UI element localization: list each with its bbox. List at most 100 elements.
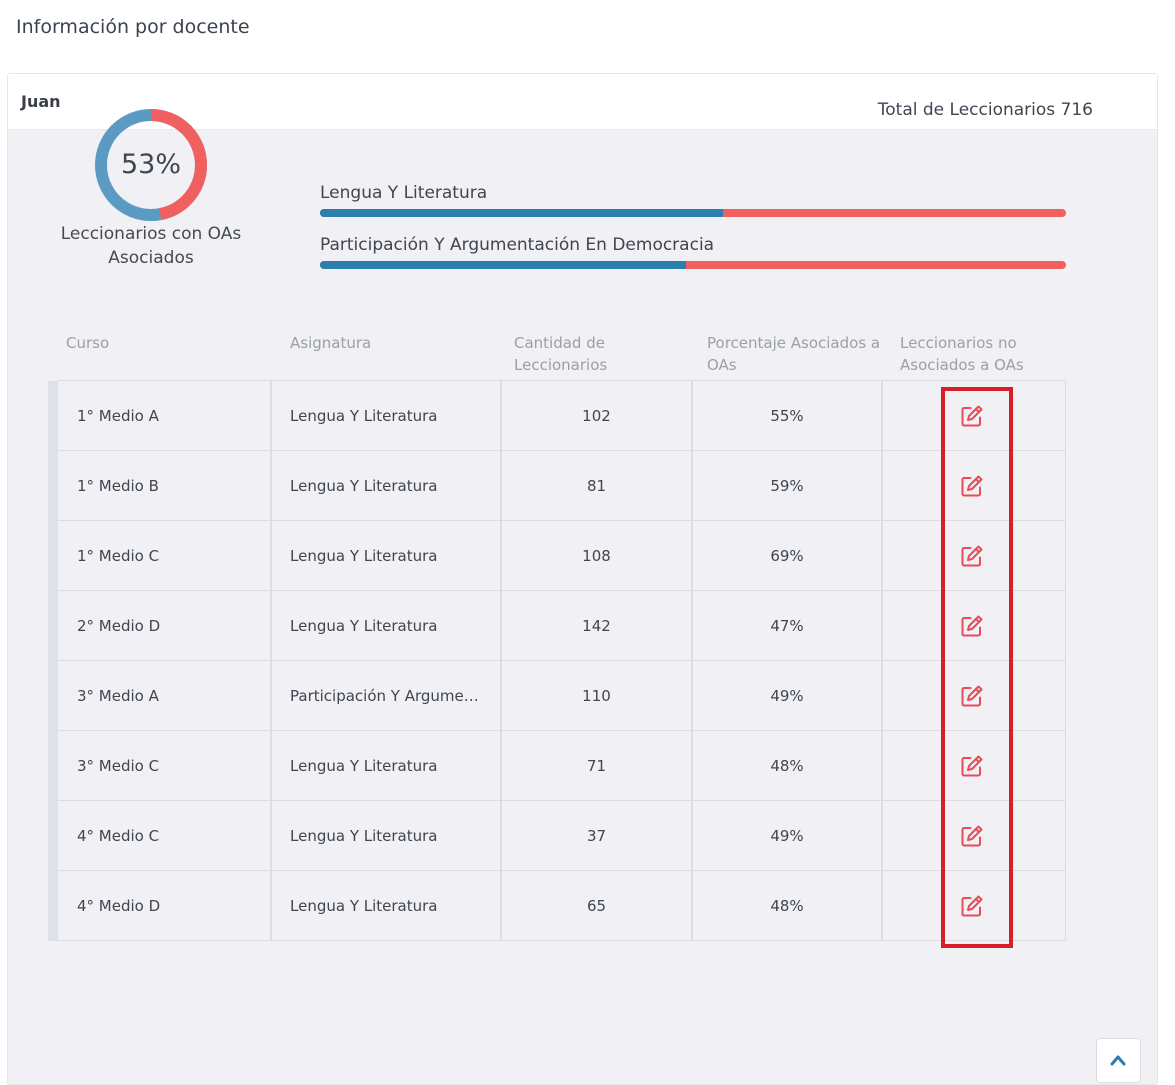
- cell-no-asociados: [883, 521, 1066, 590]
- cell-porcentaje: 55%: [693, 381, 883, 450]
- porcentaje-text: 48%: [770, 756, 804, 775]
- curso-text: 1° Medio A: [77, 406, 159, 425]
- cell-cantidad: 142: [502, 591, 693, 660]
- asignatura-text: Lengua Y Literatura: [290, 406, 438, 425]
- progress-fill: [320, 261, 686, 269]
- edit-icon[interactable]: [960, 684, 984, 708]
- cell-asignatura: Lengua Y Literatura: [272, 731, 502, 800]
- table-header: Curso Asignatura Cantidad de Leccionario…: [48, 322, 1066, 380]
- header-asignatura: Asignatura: [290, 334, 372, 352]
- edit-icon[interactable]: [960, 614, 984, 638]
- teacher-name: Juan: [21, 92, 61, 111]
- table-row: 3° Medio A Participación Y Argument... 110…: [58, 660, 1066, 731]
- table-row: 1° Medio A Lengua Y Literatura 102 55%: [58, 380, 1066, 451]
- cell-no-asociados: [883, 801, 1066, 870]
- edit-icon[interactable]: [960, 474, 984, 498]
- donut-percent: 53%: [120, 149, 181, 180]
- cell-curso: 1° Medio B: [58, 451, 272, 520]
- cell-cantidad: 81: [502, 451, 693, 520]
- cell-no-asociados: [883, 591, 1066, 660]
- cell-porcentaje: 49%: [693, 661, 883, 730]
- cell-no-asociados: [883, 661, 1066, 730]
- progress-track: [320, 209, 1066, 217]
- curso-text: 3° Medio A: [77, 686, 159, 705]
- cell-cantidad: 110: [502, 661, 693, 730]
- header-curso: Curso: [66, 334, 110, 352]
- cell-curso: 4° Medio D: [58, 871, 272, 940]
- cell-porcentaje: 69%: [693, 521, 883, 590]
- cell-asignatura: Lengua Y Literatura: [272, 591, 502, 660]
- curso-text: 3° Medio C: [77, 756, 160, 775]
- cell-asignatura: Lengua Y Literatura: [272, 871, 502, 940]
- curso-text: 4° Medio D: [77, 896, 161, 915]
- cell-cantidad: 71: [502, 731, 693, 800]
- cell-asignatura: Lengua Y Literatura: [272, 451, 502, 520]
- edit-icon[interactable]: [960, 824, 984, 848]
- asignatura-text: Lengua Y Literatura: [290, 756, 438, 775]
- cell-no-asociados: [883, 381, 1066, 450]
- cell-porcentaje: 59%: [693, 451, 883, 520]
- asignatura-text: Lengua Y Literatura: [290, 616, 438, 635]
- edit-icon[interactable]: [960, 404, 984, 428]
- porcentaje-text: 49%: [770, 686, 804, 705]
- subject-label: Lengua Y Literatura: [320, 183, 488, 203]
- porcentaje-text: 49%: [770, 826, 804, 845]
- edit-icon[interactable]: [960, 894, 984, 918]
- asignatura-text: Lengua Y Literatura: [290, 826, 438, 845]
- progress-fill: [320, 209, 723, 217]
- subject-progress-1: Participación Y Argumentación En Democra…: [320, 234, 1066, 269]
- table-row: 4° Medio D Lengua Y Literatura 65 48%: [58, 870, 1066, 941]
- table-row: 1° Medio B Lengua Y Literatura 81 59%: [58, 450, 1066, 521]
- donut-label: Leccionarios con OAs Asociados: [60, 224, 242, 268]
- cantidad-text: 108: [582, 546, 611, 565]
- total-leccionarios: Total de Leccionarios 716: [877, 100, 1093, 120]
- header-no-asociados: Leccionarios no Asociados a OAs: [900, 334, 1024, 374]
- edit-icon[interactable]: [960, 544, 984, 568]
- scroll-top-button[interactable]: [1096, 1038, 1141, 1083]
- table-row: 3° Medio C Lengua Y Literatura 71 48%: [58, 730, 1066, 801]
- porcentaje-text: 69%: [770, 546, 804, 565]
- donut-chart: 53%: [93, 107, 209, 223]
- cell-porcentaje: 49%: [693, 801, 883, 870]
- progress-track: [320, 261, 1066, 269]
- cell-asignatura: Lengua Y Literatura: [272, 521, 502, 590]
- asignatura-text: Lengua Y Literatura: [290, 896, 438, 915]
- cantidad-text: 110: [582, 686, 611, 705]
- cell-no-asociados: [883, 871, 1066, 940]
- cell-asignatura: Lengua Y Literatura: [272, 381, 502, 450]
- cell-no-asociados: [883, 731, 1066, 800]
- cantidad-text: 71: [586, 756, 607, 775]
- cell-cantidad: 108: [502, 521, 693, 590]
- cell-curso: 4° Medio C: [58, 801, 272, 870]
- table-row: 2° Medio D Lengua Y Literatura 142 47%: [58, 590, 1066, 661]
- cantidad-text: 65: [586, 896, 607, 915]
- porcentaje-text: 47%: [770, 616, 804, 635]
- porcentaje-text: 48%: [770, 896, 804, 915]
- table-row: 1° Medio C Lengua Y Literatura 108 69%: [58, 520, 1066, 591]
- cell-cantidad: 102: [502, 381, 693, 450]
- cell-porcentaje: 48%: [693, 871, 883, 940]
- asignatura-text: Lengua Y Literatura: [290, 476, 438, 495]
- cell-curso: 3° Medio A: [58, 661, 272, 730]
- cantidad-text: 81: [586, 476, 607, 495]
- page-title: Información por docente: [16, 16, 250, 38]
- cell-curso: 1° Medio A: [58, 381, 272, 450]
- porcentaje-text: 55%: [770, 406, 804, 425]
- edit-icon[interactable]: [960, 754, 984, 778]
- subject-label: Participación Y Argumentación En Democra…: [320, 235, 715, 255]
- table-row: 4° Medio C Lengua Y Literatura 37 49%: [58, 800, 1066, 871]
- cell-curso: 2° Medio D: [58, 591, 272, 660]
- cell-curso: 3° Medio C: [58, 731, 272, 800]
- cantidad-text: 142: [582, 616, 611, 635]
- cell-curso: 1° Medio C: [58, 521, 272, 590]
- porcentaje-text: 59%: [770, 476, 804, 495]
- cell-asignatura: Lengua Y Literatura: [272, 801, 502, 870]
- cell-cantidad: 65: [502, 871, 693, 940]
- cell-porcentaje: 47%: [693, 591, 883, 660]
- cell-porcentaje: 48%: [693, 731, 883, 800]
- curso-text: 1° Medio B: [77, 476, 159, 495]
- curso-text: 2° Medio D: [77, 616, 161, 635]
- curso-text: 1° Medio C: [77, 546, 160, 565]
- subject-progress-0: Lengua Y Literatura: [320, 182, 1066, 217]
- header-porcentaje: Porcentaje Asociados a OAs: [707, 334, 881, 374]
